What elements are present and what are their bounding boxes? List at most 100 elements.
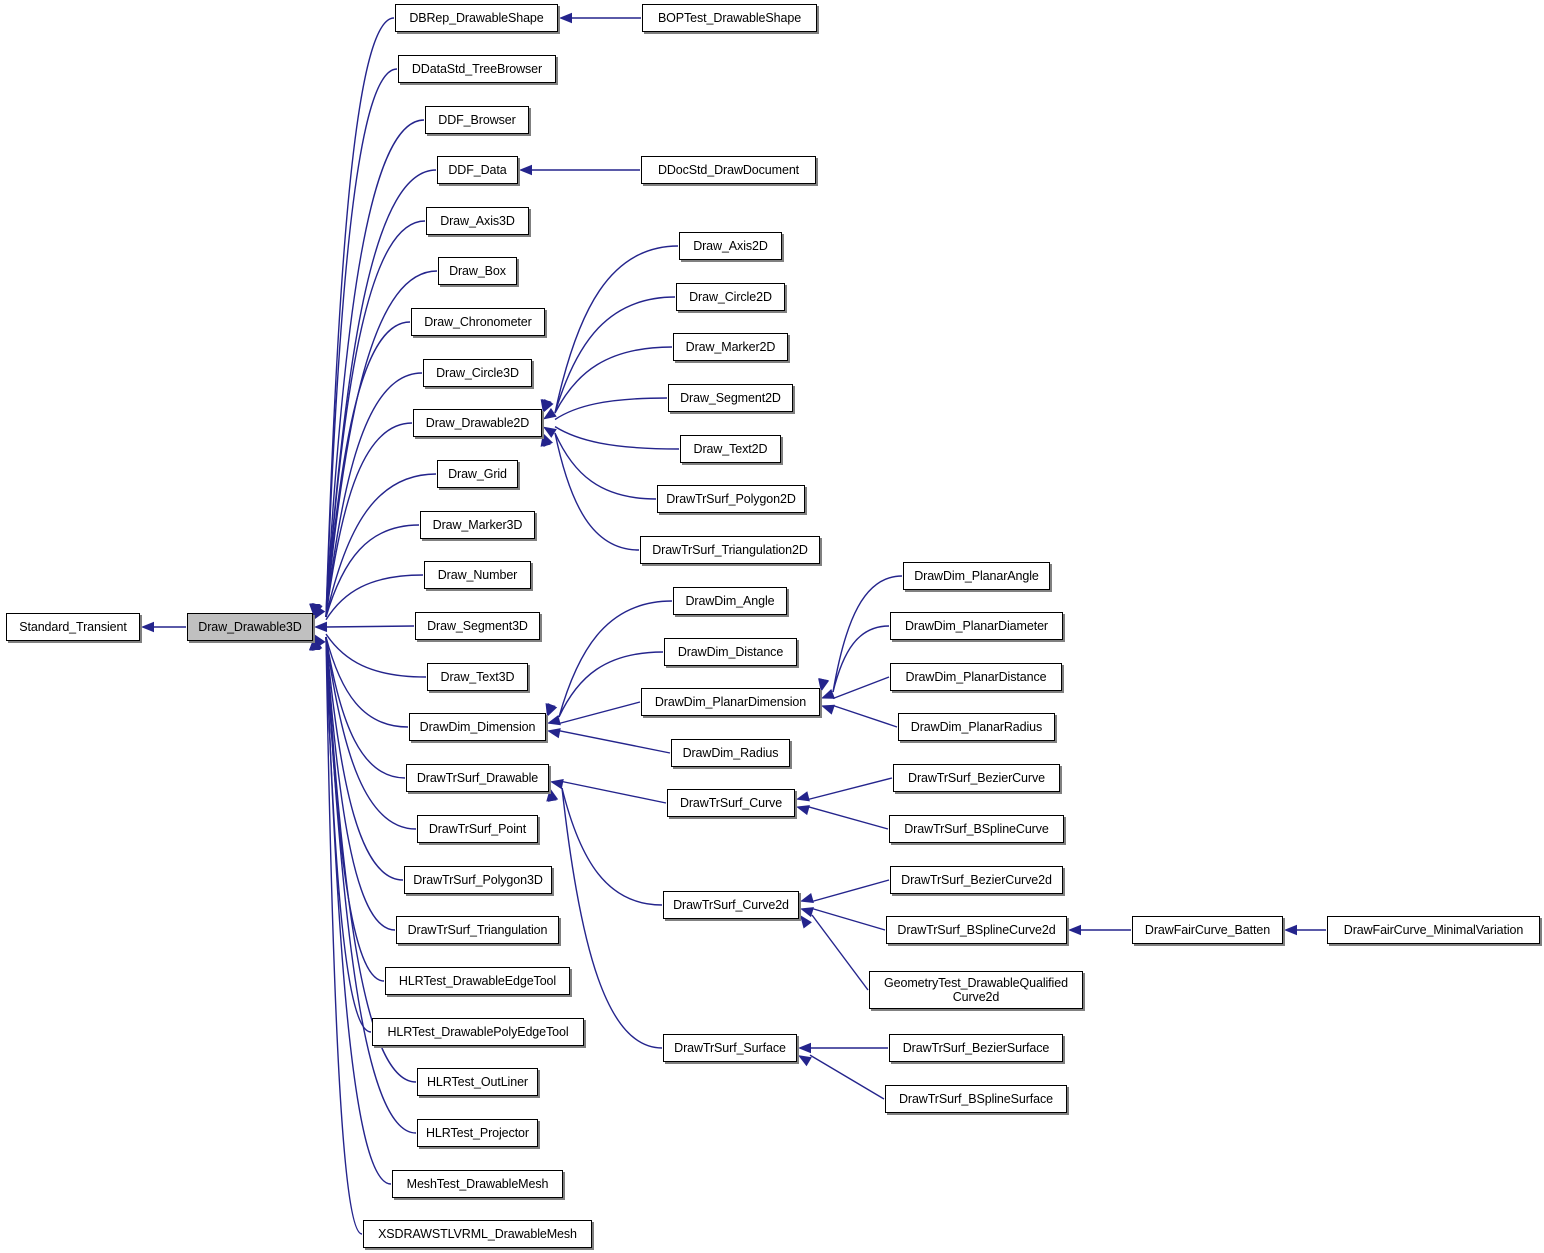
class-node-drawdim_planardistance[interactable]: DrawDim_PlanarDistance [890, 663, 1062, 691]
arrowhead [545, 703, 556, 717]
class-node-drawtrsurf_bsplinesurface[interactable]: DrawTrSurf_BSplineSurface [885, 1085, 1067, 1113]
class-node-drawdim_planardimension[interactable]: DrawDim_PlanarDimension [641, 688, 820, 716]
class-node-draw_drawable3d[interactable]: Draw_Drawable3D [187, 613, 313, 641]
class-node-label: HLRTest_Projector [426, 1126, 529, 1140]
inheritance-edge [325, 636, 385, 982]
class-node-drawdim_angle[interactable]: DrawDim_Angle [673, 587, 787, 615]
inheritance-edge [325, 17, 395, 618]
class-node-hlrtest_outliner[interactable]: HLRTest_OutLiner [417, 1068, 538, 1096]
class-node-drawtrsurf_beziercurve2d[interactable]: DrawTrSurf_BezierCurve2d [890, 866, 1063, 894]
class-node-drawtrsurf_polygon2d[interactable]: DrawTrSurf_Polygon2D [657, 485, 805, 513]
class-node-draw_text2d[interactable]: Draw_Text2D [680, 435, 781, 463]
class-node-draw_number[interactable]: Draw_Number [424, 561, 531, 589]
class-node-hlrtest_projector[interactable]: HLRTest_Projector [417, 1119, 538, 1147]
class-node-drawtrsurf_triangulation[interactable]: DrawTrSurf_Triangulation [396, 916, 559, 944]
class-node-label: DrawDim_Distance [677, 645, 784, 659]
class-node-drawtrsurf_curve[interactable]: DrawTrSurf_Curve [667, 789, 795, 817]
class-node-drawtrsurf_bsplinecurve2d[interactable]: DrawTrSurf_BSplineCurve2d [886, 916, 1067, 944]
arrowhead [819, 678, 830, 692]
class-node-label: Draw_Drawable3D [198, 620, 302, 634]
inheritance-edge [811, 907, 886, 931]
inheritance-edge [325, 220, 426, 618]
class-node-draw_axis3d[interactable]: Draw_Axis3D [426, 207, 529, 235]
arrowhead [314, 605, 326, 620]
class-node-draw_marker3d[interactable]: Draw_Marker3D [420, 511, 535, 539]
arrowhead [1068, 924, 1081, 936]
class-node-draw_drawable2d[interactable]: Draw_Drawable2D [413, 409, 542, 437]
inheritance-edge [325, 636, 372, 1033]
class-node-label: DDF_Data [448, 163, 507, 177]
inheritance-edge [325, 68, 398, 618]
class-node-drawtrsurf_drawable[interactable]: DrawTrSurf_Drawable [406, 764, 549, 792]
class-node-draw_box[interactable]: Draw_Box [438, 257, 517, 285]
class-node-label: Standard_Transient [19, 620, 127, 634]
inheritance-edge [554, 432, 657, 500]
class-node-label: GeometryTest_DrawableQualified Curve2d [881, 976, 1071, 1004]
arrowhead [543, 426, 557, 438]
class-node-label: Draw_Text3D [440, 670, 515, 684]
arrowhead [541, 399, 552, 413]
inheritance-edge [325, 636, 392, 1185]
class-node-label: DrawTrSurf_Point [428, 822, 527, 836]
inheritance-edge [832, 676, 890, 700]
class-node-draw_chronometer[interactable]: Draw_Chronometer [411, 308, 545, 336]
class-node-draw_circle2d[interactable]: Draw_Circle2D [676, 283, 785, 311]
class-node-draw_segment3d[interactable]: Draw_Segment3D [415, 612, 540, 640]
arrowhead [312, 603, 323, 617]
class-node-drawfaircurve_minimalvariation[interactable]: DrawFairCurve_MinimalVariation [1327, 916, 1540, 944]
class-node-drawdim_dimension[interactable]: DrawDim_Dimension [409, 713, 546, 741]
inheritance-edge [554, 426, 680, 450]
inheritance-edge [325, 574, 424, 621]
class-node-label: DDocStd_DrawDocument [657, 163, 800, 177]
class-node-hlrtest_drawablepolyedgetool[interactable]: HLRTest_DrawablePolyEdgeTool [372, 1018, 584, 1046]
inheritance-edge [325, 636, 417, 1134]
inheritance-edge [811, 879, 890, 903]
class-node-draw_axis2d[interactable]: Draw_Axis2D [679, 232, 782, 260]
class-node-drawdim_planarangle[interactable]: DrawDim_PlanarAngle [903, 562, 1050, 590]
class-node-drawdim_distance[interactable]: DrawDim_Distance [664, 638, 797, 666]
class-node-draw_segment2d[interactable]: Draw_Segment2D [668, 384, 793, 412]
class-node-bop_test_drawableshape[interactable]: BOPTest_DrawableShape [642, 4, 817, 32]
class-node-ddf_data[interactable]: DDF_Data [437, 156, 518, 184]
arrowhead [547, 715, 561, 726]
class-node-drawtrsurf_polygon3d[interactable]: DrawTrSurf_Polygon3D [404, 866, 552, 894]
class-node-draw_circle3d[interactable]: Draw_Circle3D [423, 359, 532, 387]
inheritance-edge [325, 119, 425, 618]
class-node-drawtrsurf_point[interactable]: DrawTrSurf_Point [417, 815, 538, 843]
class-node-ddocstd_drawdocument[interactable]: DDocStd_DrawDocument [641, 156, 816, 184]
inheritance-edge [832, 625, 890, 693]
arrowhead [141, 621, 154, 633]
class-node-label: DrawDim_Dimension [419, 720, 536, 734]
class-node-drawtrsurf_beziersurface[interactable]: DrawTrSurf_BezierSurface [889, 1034, 1063, 1062]
class-node-drawtrsurf_bsplinecurve[interactable]: DrawTrSurf_BSplineCurve [889, 815, 1064, 843]
class-node-drawdim_planarradius[interactable]: DrawDim_PlanarRadius [898, 713, 1055, 741]
class-node-draw_marker2d[interactable]: Draw_Marker2D [673, 333, 788, 361]
class-node-drawtrsurf_surface[interactable]: DrawTrSurf_Surface [663, 1034, 797, 1062]
class-node-xsdrawstlvrml_drawablemesh[interactable]: XSDRAWSTLVRML_DrawableMesh [363, 1220, 592, 1248]
class-node-dbrep_drawableshape[interactable]: DBRep_DrawableShape [395, 4, 558, 32]
class-node-label: Draw_Box [449, 264, 506, 278]
class-node-drawtrsurf_beziercurve[interactable]: DrawTrSurf_BezierCurve [893, 764, 1060, 792]
arrowhead [821, 704, 835, 715]
class-node-label-line1: GeometryTest_DrawableQualified [884, 976, 1068, 990]
class-node-label: DrawTrSurf_BSplineSurface [898, 1092, 1054, 1106]
class-node-label: DrawTrSurf_BezierCurve [908, 771, 1045, 785]
class-node-drawdim_radius[interactable]: DrawDim_Radius [671, 739, 790, 767]
class-node-drawfaircurve_batten[interactable]: DrawFairCurve_Batten [1132, 916, 1283, 944]
class-node-ddatastd_treebrowser[interactable]: DDataStd_TreeBrowser [398, 55, 556, 83]
class-node-label: DrawTrSurf_Curve [679, 796, 783, 810]
class-node-drawtrsurf_triangulation2d[interactable]: DrawTrSurf_Triangulation2D [640, 536, 820, 564]
class-node-meshtest_drawablemesh[interactable]: MeshTest_DrawableMesh [392, 1170, 563, 1198]
class-node-draw_text3d[interactable]: Draw_Text3D [427, 663, 528, 691]
class-node-drawtrsurf_curve2d[interactable]: DrawTrSurf_Curve2d [663, 891, 799, 919]
class-node-label: DrawTrSurf_Surface [674, 1041, 786, 1055]
class-node-label: DrawTrSurf_Polygon3D [413, 873, 543, 887]
class-node-standard_transient[interactable]: Standard_Transient [6, 613, 140, 641]
class-node-draw_grid[interactable]: Draw_Grid [437, 460, 518, 488]
class-node-geometrytest_drawablequalifiedcurve2d[interactable]: GeometryTest_DrawableQualified Curve2d [869, 971, 1083, 1009]
class-node-label: DrawTrSurf_BSplineCurve [904, 822, 1049, 836]
class-node-ddf_browser[interactable]: DDF_Browser [425, 106, 529, 134]
arrowhead [314, 621, 328, 633]
class-node-hlrtest_drawableedgetool[interactable]: HLRTest_DrawableEdgeTool [385, 967, 570, 995]
class-node-drawdim_planardiameter[interactable]: DrawDim_PlanarDiameter [890, 612, 1063, 640]
